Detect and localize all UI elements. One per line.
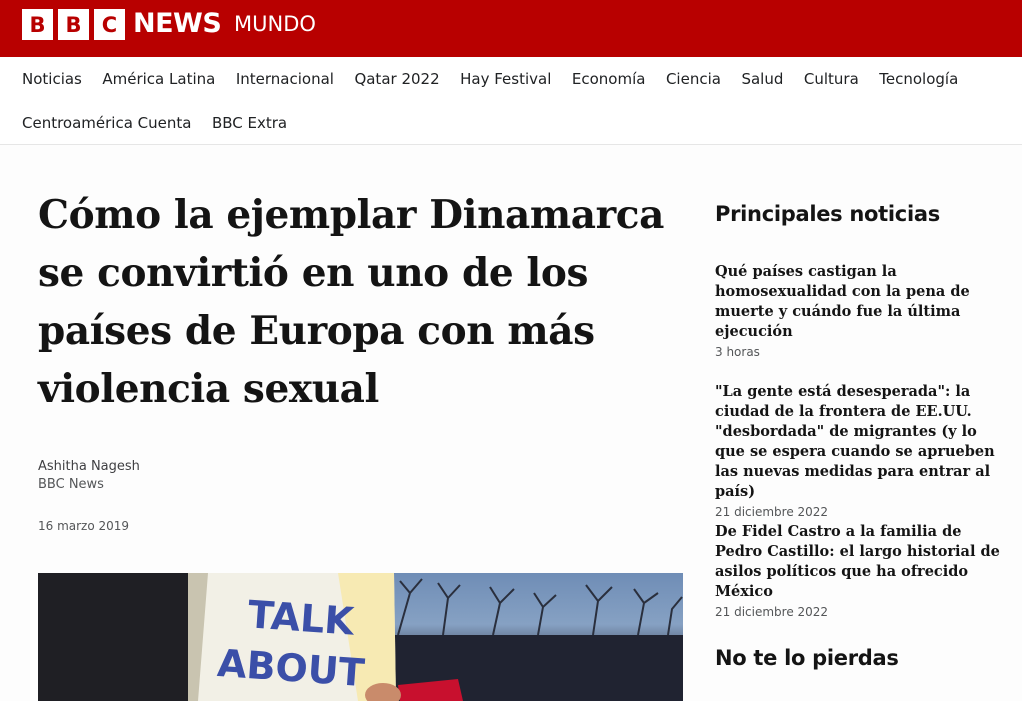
article-outlet: BBC News xyxy=(38,477,104,492)
nav-link-hay-festival[interactable]: Hay Festival xyxy=(460,69,551,89)
bbc-logo[interactable]: B B C xyxy=(22,9,125,40)
nav-row-primary: Noticias América Latina Internacional Qa… xyxy=(22,69,979,89)
main-navigation: Noticias América Latina Internacional Qa… xyxy=(0,57,1022,145)
sign-text-top: ~~~ xyxy=(258,573,333,587)
nav-link-bbc-extra[interactable]: BBC Extra xyxy=(212,113,287,133)
top-story-time: 21 diciembre 2022 xyxy=(715,505,829,519)
nav-link-noticias[interactable]: Noticias xyxy=(22,69,82,89)
nav-link-economia[interactable]: Economía xyxy=(572,69,646,89)
article-date: 16 marzo 2019 xyxy=(38,519,130,533)
nav-link-qatar-2022[interactable]: Qatar 2022 xyxy=(354,69,439,89)
top-story-item[interactable]: "La gente está desesperada": la ciudad d… xyxy=(715,382,1005,521)
nav-link-america-latina[interactable]: América Latina xyxy=(102,69,215,89)
top-story-title[interactable]: "La gente está desesperada": la ciudad d… xyxy=(715,382,1005,502)
nav-link-centroamerica-cuenta[interactable]: Centroamérica Cuenta xyxy=(22,113,191,133)
headline-line-2: se convirtió en uno de los xyxy=(38,250,588,296)
photo-branches xyxy=(397,578,683,636)
top-story-item[interactable]: De Fidel Castro a la familia de Pedro Ca… xyxy=(715,522,1005,621)
nav-row-secondary: Centroamérica Cuenta BBC Extra xyxy=(22,113,308,133)
logo-letter-c: C xyxy=(94,9,125,40)
photo-left-shadow xyxy=(38,573,188,701)
sign-text-talk: TALK xyxy=(246,592,356,643)
headline-line-3: países de Europa con más xyxy=(38,308,595,354)
nav-link-ciencia[interactable]: Ciencia xyxy=(666,69,721,89)
nav-link-tecnologia[interactable]: Tecnología xyxy=(879,69,958,89)
logo-letter-b1: B xyxy=(22,9,53,40)
logo-letter-b2: B xyxy=(58,9,89,40)
headline-line-1: Cómo la ejemplar Dinamarca xyxy=(38,192,665,238)
article-headline: Cómo la ejemplar Dinamarca se convirtió … xyxy=(38,186,688,418)
nav-link-cultura[interactable]: Cultura xyxy=(804,69,859,89)
article-hero-image: ~~~ TALK ABOUT xyxy=(38,573,683,701)
brand-news[interactable]: NEWS xyxy=(133,6,222,42)
nav-link-internacional[interactable]: Internacional xyxy=(236,69,334,89)
top-story-item[interactable]: Qué países castigan la homosexualidad co… xyxy=(715,262,1005,361)
sidebar-heading-dont-miss: No te lo pierdas xyxy=(715,646,899,670)
headline-line-4: violencia sexual xyxy=(38,366,379,412)
top-story-time: 3 horas xyxy=(715,345,760,359)
brand-edition[interactable]: MUNDO xyxy=(234,10,316,38)
top-story-title[interactable]: De Fidel Castro a la familia de Pedro Ca… xyxy=(715,522,1005,602)
nav-link-salud[interactable]: Salud xyxy=(741,69,783,89)
top-story-title[interactable]: Qué países castigan la homosexualidad co… xyxy=(715,262,1005,342)
top-story-time: 21 diciembre 2022 xyxy=(715,605,829,619)
article-author: Ashitha Nagesh xyxy=(38,459,140,474)
protest-photo-illustration: ~~~ TALK ABOUT xyxy=(38,573,683,701)
header-bar: B B C NEWS MUNDO xyxy=(0,0,1022,57)
sidebar-heading-top-stories: Principales noticias xyxy=(715,202,940,226)
